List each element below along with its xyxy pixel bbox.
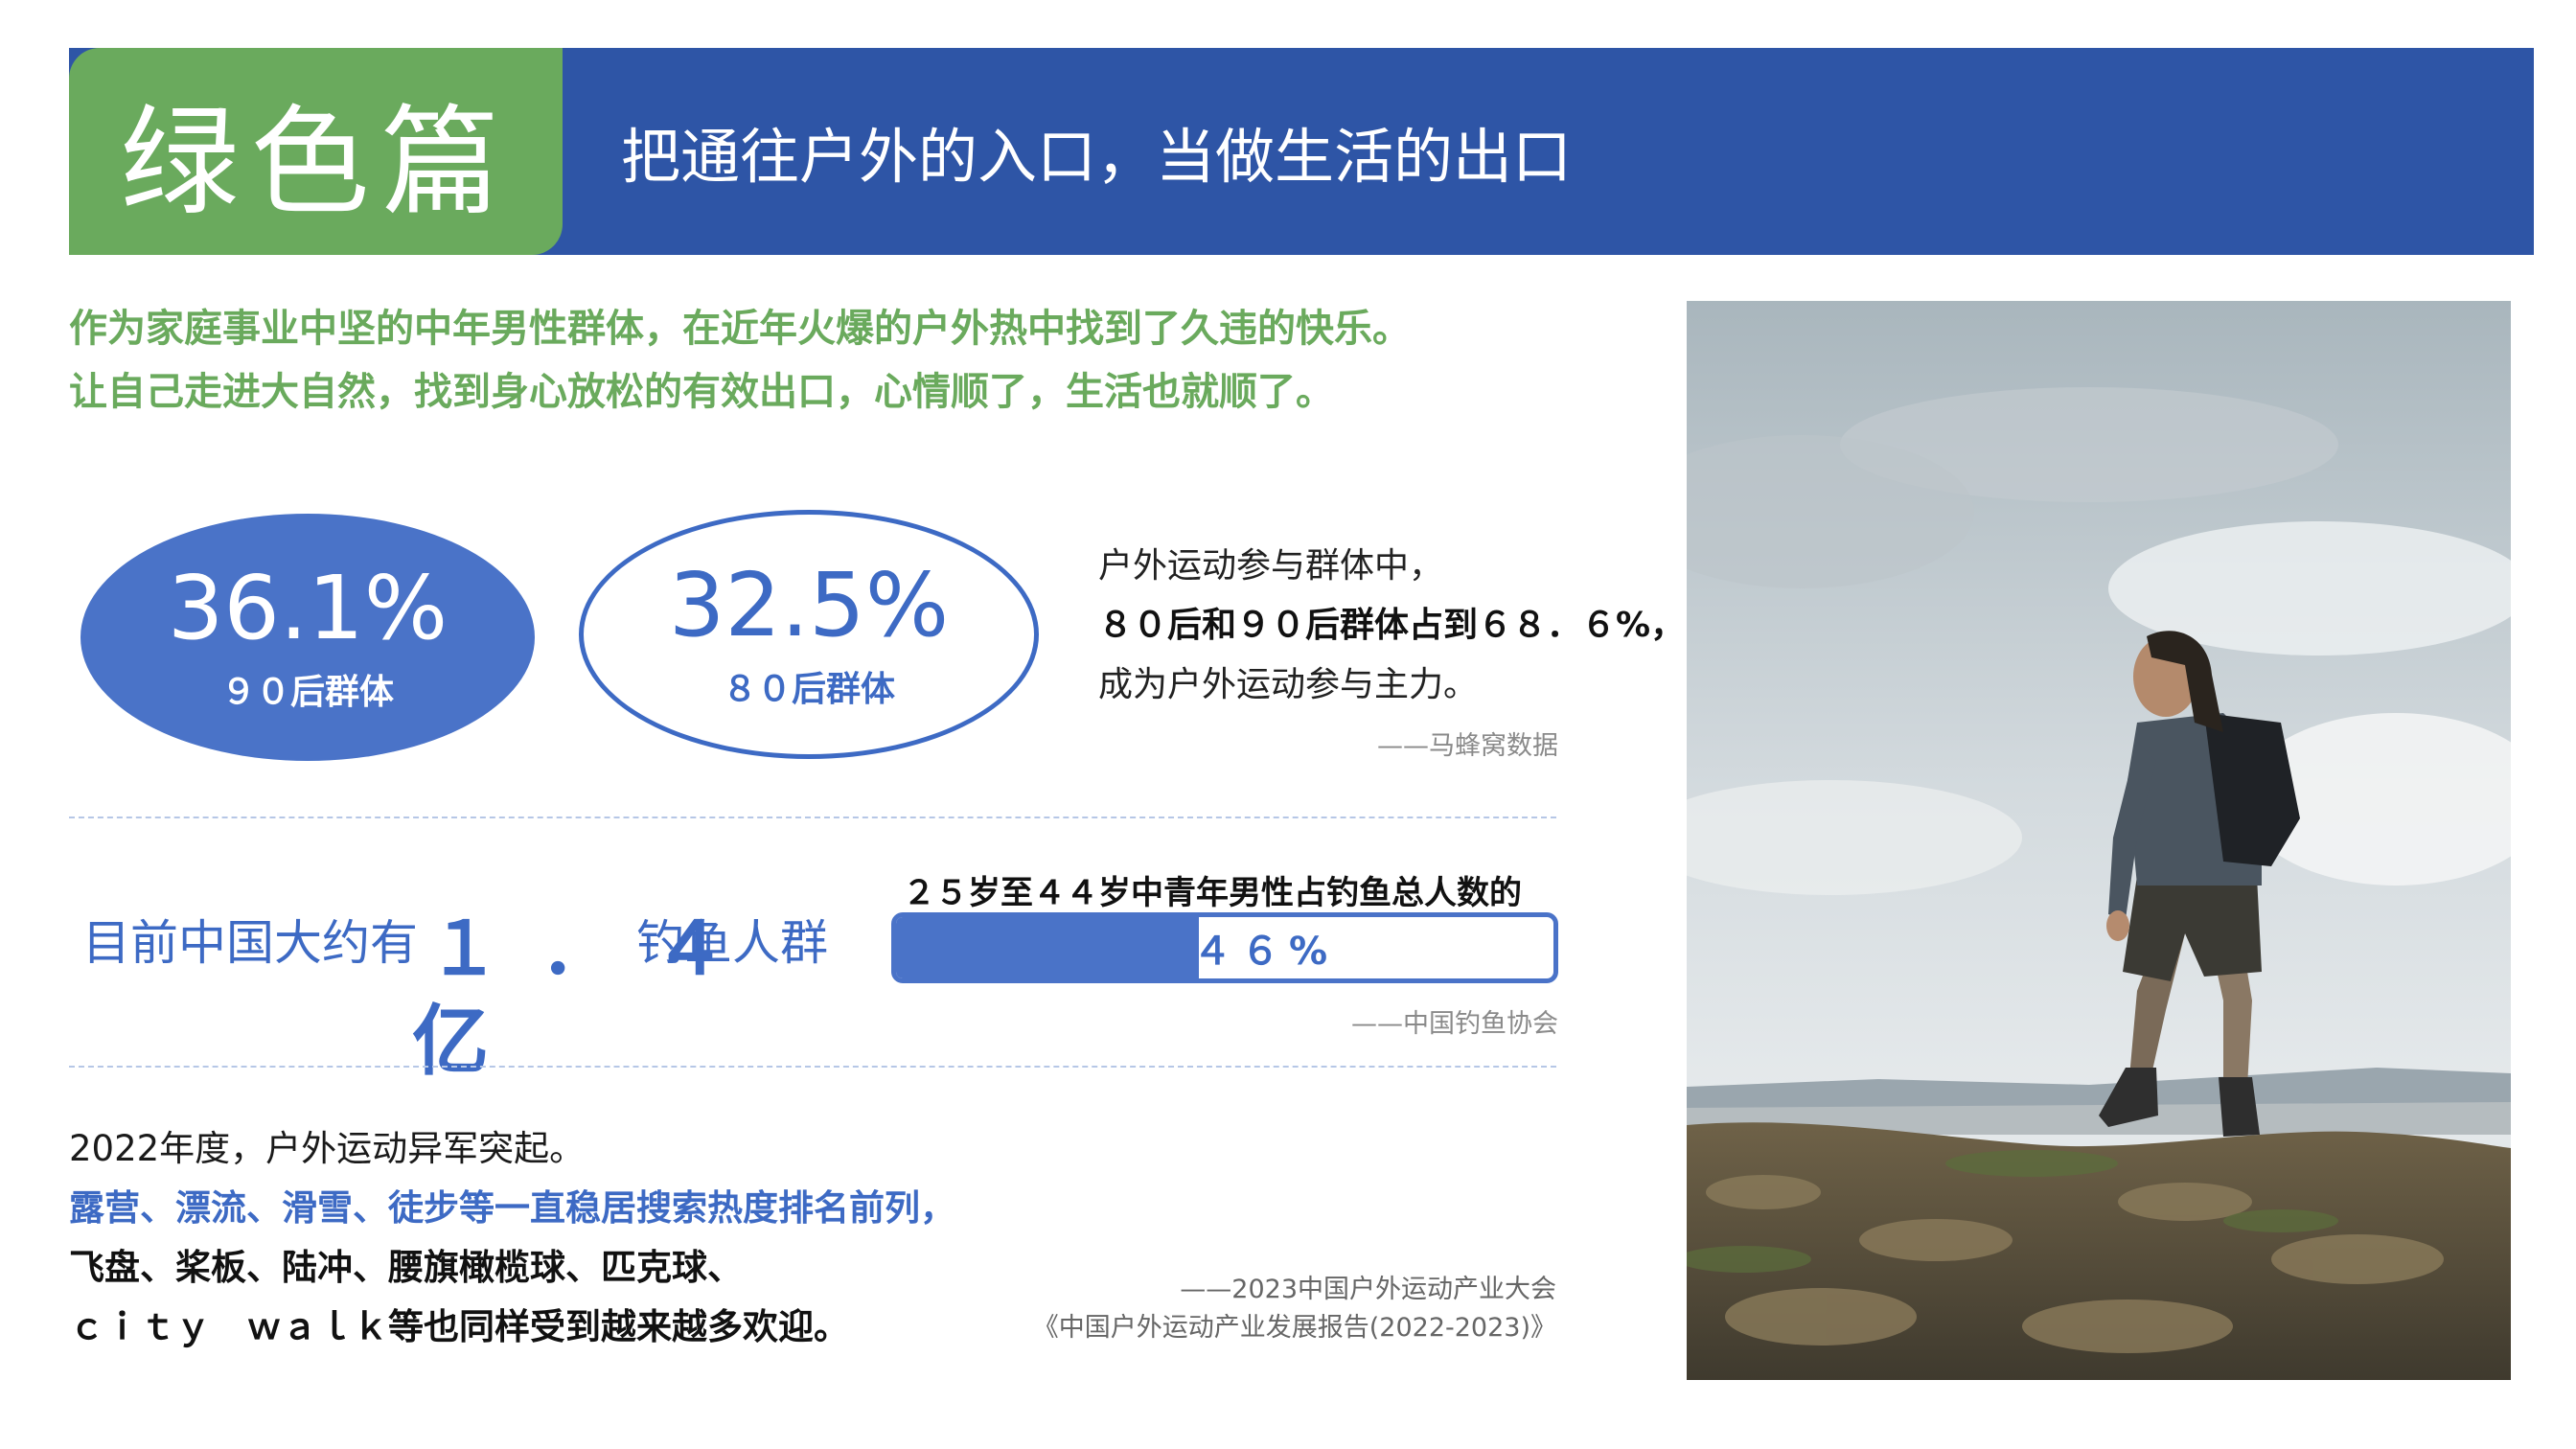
fishing-suffix: 钓鱼人群 [636, 915, 828, 971]
fishing-unit: 亿 [412, 997, 489, 1086]
stat-ellipse-90s: 36.1% ９０后群体 [80, 514, 535, 761]
hiker-photo [1687, 301, 2511, 1380]
age-note-highlight: ８０后和９０后群体占到６８．６%， [1098, 606, 1686, 645]
paragraph-line: 飞盘、桨板、陆冲、腰旗橄榄球、匹克球、 [69, 1247, 743, 1288]
intro-line: 让自己走进大自然，找到身心放松的有效出口，心情顺了，生活也就顺了。 [69, 370, 1334, 414]
stat-label: ９０后群体 [220, 673, 394, 712]
stat-value: 36.1% [167, 557, 448, 659]
intro-line: 作为家庭事业中坚的中年男性群体，在近年火爆的户外热中找到了久违的快乐。 [69, 307, 1411, 351]
paragraph-line-highlight: 露营、漂流、滑雪、徒步等一直稳居搜索热度排名前列， [69, 1187, 955, 1229]
fishing-prefix: 目前中国大约有 [82, 915, 418, 971]
progress-caption: ２５岁至４４岁中青年男性占钓鱼总人数的 [903, 874, 1522, 912]
source-citation: ——中国钓鱼协会 [1351, 1009, 1558, 1039]
paragraph-line: 2022年度，户外运动异军突起。 [69, 1128, 586, 1169]
stat-value: 32.5% [668, 554, 950, 656]
age-group-note: 户外运动参与群体中， ８０后和９０后群体占到６８．６%， 成为户外运动参与主力。 [1098, 537, 1685, 715]
stat-ellipse-80s: 32.5% ８０后群体 [579, 510, 1039, 759]
intro-paragraph: 作为家庭事业中坚的中年男性群体，在近年火爆的户外热中找到了久违的快乐。 让自己走… [69, 297, 1602, 424]
header-subtitle: 把通往户外的入口，当做生活的出口 [621, 122, 1573, 192]
outdoor-2022-paragraph: 2022年度，户外运动异军突起。 露营、漂流、滑雪、徒步等一直稳居搜索热度排名前… [69, 1119, 955, 1357]
paragraph-line: ｃｉｔｙ ｗａｌｋ等也同样受到越来越多欢迎。 [69, 1306, 849, 1347]
progress-fill [896, 917, 1199, 978]
citation-line: 《中国户外运动产业发展报告(2022-2023)》 [1032, 1313, 1556, 1343]
section-title: 绿色篇 [120, 94, 512, 232]
progress-percent: ４６% [1193, 930, 1338, 974]
dashed-divider [69, 816, 1556, 818]
source-citation: ——马蜂窝数据 [1377, 731, 1558, 761]
stat-label: ８０后群体 [722, 670, 895, 709]
report-citation: ——2023中国户外运动产业大会 《中国户外运动产业发展报告(2022-2023… [987, 1271, 1556, 1347]
citation-line: ——2023中国户外运动产业大会 [1180, 1275, 1556, 1304]
age-note-line: 成为户外运动参与主力。 [1098, 665, 1479, 704]
dashed-divider [69, 1066, 1556, 1068]
progress-bar: ４６% [891, 912, 1558, 983]
age-note-line: 户外运动参与群体中， [1098, 546, 1444, 586]
